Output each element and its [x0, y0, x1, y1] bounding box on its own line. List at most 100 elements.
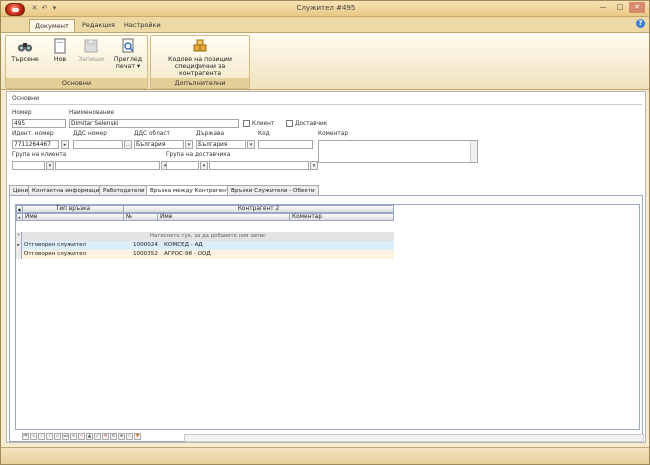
name-label: Наименование — [69, 110, 115, 116]
table-row[interactable]: Отговорен служител 1000352 АГРОС-98 - ОО… — [16, 250, 394, 259]
number-field[interactable]: 495 — [12, 119, 66, 128]
save-button[interactable]: Запиши — [76, 38, 106, 63]
country-chevron-down-icon[interactable]: ▾ — [247, 140, 255, 149]
supplier-checkbox[interactable] — [286, 120, 293, 127]
column-header-comment[interactable]: Коментар — [289, 213, 394, 221]
refresh-icon[interactable]: ↻ — [110, 433, 117, 440]
new-button[interactable]: Нов — [46, 38, 74, 63]
item-codes-button[interactable]: Кодове на позиции специфични за контраге… — [153, 38, 247, 77]
print-preview-button[interactable]: Преглед печат ▾ — [110, 38, 146, 70]
save-record-icon[interactable]: ✓ — [94, 433, 101, 440]
new-button-label: Нов — [53, 56, 67, 63]
vat-number-label: ДДС номер — [73, 131, 107, 137]
links-grid: ◆ Тип връзка Контрагент 2 ▾ Име № Име Ко… — [15, 204, 644, 442]
ribbon-group-label: Основни — [6, 78, 147, 88]
goto-bookmark-icon[interactable]: ☆ — [126, 433, 133, 440]
ribbon-tab-row: Документ Редакция Настройки ? — [1, 17, 649, 33]
item-codes-label-line1: Кодове на позиции — [168, 56, 232, 63]
help-icon[interactable]: ? — [636, 19, 645, 28]
horizontal-scrollbar[interactable] — [184, 434, 644, 442]
app-window: ✕ ↶ ▾ Служител #495 — □ ✕ Документ Редак… — [0, 0, 650, 465]
tab-edit[interactable]: Редакция — [77, 19, 120, 33]
country-select[interactable]: България — [196, 140, 246, 149]
prev-record-icon[interactable]: ‹ — [38, 433, 45, 440]
content-area: Основни Номер 495 Наименование Dimitar S… — [6, 91, 646, 443]
tab-settings[interactable]: Настройки — [119, 19, 166, 33]
last-record-icon[interactable]: ⏭ — [62, 433, 69, 440]
filter-icon[interactable]: ▼ — [134, 433, 141, 440]
client-label: Клиент — [252, 121, 275, 127]
code-field[interactable] — [258, 140, 313, 149]
client-group-code[interactable] — [12, 161, 45, 170]
comment-scrollbar[interactable] — [470, 141, 477, 162]
supplier-group-select[interactable] — [209, 161, 309, 170]
comment-textarea[interactable] — [318, 140, 478, 163]
supplier-group-code[interactable] — [166, 161, 199, 170]
comment-label: Коментар — [318, 131, 349, 137]
id-number-label: Идент. номер — [12, 131, 54, 137]
supplier-label: Доставчик — [295, 121, 328, 127]
ribbon-group-additional: Кодове на позиции специфични за контраге… — [150, 35, 250, 89]
prev-page-icon[interactable]: « — [30, 433, 37, 440]
column-header-number[interactable]: № — [123, 213, 158, 221]
id-lookup-button[interactable]: ▸ — [61, 140, 69, 149]
row-link-type: Отговорен служител — [24, 251, 87, 257]
row-name: КОМСЕД - АД — [164, 242, 203, 248]
add-record-icon[interactable]: + — [70, 433, 77, 440]
table-row[interactable]: ▸ Отговорен служител 1000024 КОМСЕД - АД — [16, 241, 394, 250]
vat-number-field[interactable] — [73, 140, 123, 149]
next-page-icon[interactable]: » — [54, 433, 61, 440]
maximize-button[interactable]: □ — [612, 2, 628, 13]
number-label: Номер — [12, 110, 32, 116]
vat-lookup-button[interactable]: … — [124, 140, 132, 149]
row-indicator: ▸ — [16, 241, 22, 250]
new-row-indicator: * — [16, 232, 22, 241]
next-record-icon[interactable]: › — [46, 433, 53, 440]
ribbon-group-main: Търсене Нов Запиши Преглед печат ▾ Основ… — [5, 35, 148, 89]
section-divider — [10, 104, 642, 105]
supplier-group-name-chevron-down-icon[interactable]: ▾ — [310, 161, 318, 170]
column-header-name[interactable]: Име — [157, 213, 290, 221]
close-button[interactable]: ✕ — [629, 2, 645, 13]
row-link-type: Отговорен служител — [24, 242, 87, 248]
client-checkbox[interactable] — [243, 120, 250, 127]
new-document-icon — [54, 38, 66, 54]
id-number-field[interactable]: 7711264467 — [12, 140, 59, 149]
section-title: Основни — [12, 95, 39, 102]
cancel-edit-icon[interactable]: ✕ — [102, 433, 109, 440]
name-field[interactable]: Dimitar Selenski — [69, 119, 239, 128]
vat-area-label: ДДС област — [134, 131, 170, 137]
client-group-chevron-down-icon[interactable]: ▾ — [46, 161, 54, 170]
tab-document[interactable]: Документ — [29, 19, 75, 33]
row-number: 1000024 — [133, 242, 158, 248]
vat-area-select[interactable]: България — [134, 140, 184, 149]
supplier-group-label: Група на доставчика — [166, 152, 231, 158]
print-preview-label-line1: Преглед — [113, 56, 143, 63]
save-icon — [84, 39, 98, 53]
delete-record-icon[interactable]: − — [78, 433, 85, 440]
print-preview-label-line2: печат ▾ — [115, 63, 141, 70]
bookmark-icon[interactable]: ★ — [118, 433, 125, 440]
binoculars-icon — [18, 43, 32, 52]
edit-record-icon[interactable]: ▲ — [86, 433, 93, 440]
search-button-label: Търсене — [11, 56, 39, 63]
status-bar — [1, 447, 649, 464]
supplier-group-chevron-down-icon[interactable]: ▾ — [200, 161, 208, 170]
vat-area-chevron-down-icon[interactable]: ▾ — [185, 140, 193, 149]
row-name: АГРОС-98 - ООД — [164, 251, 211, 257]
band-header-link-type: Тип връзка — [22, 205, 124, 213]
code-label: Код — [258, 131, 270, 137]
client-group-select[interactable] — [55, 161, 160, 170]
new-row-placeholder[interactable]: Натиснете тук, за да добавите нов запис — [22, 232, 394, 241]
row-indicator — [16, 250, 22, 259]
first-record-icon[interactable]: ⏮ — [22, 433, 29, 440]
row-number: 1000352 — [133, 251, 158, 257]
band-header-contractor2: Контрагент 2 — [123, 205, 394, 213]
tab-panel: ◆ Тип връзка Контрагент 2 ▾ Име № Име Ко… — [9, 195, 644, 442]
ribbon-group-label: Допълнителни — [151, 78, 249, 88]
minimize-button[interactable]: — — [595, 2, 611, 13]
country-label: Държава — [196, 131, 225, 137]
search-button[interactable]: Търсене — [8, 38, 42, 63]
client-group-label: Група на клиента — [12, 152, 67, 158]
column-header-link-name[interactable]: Име — [22, 213, 124, 221]
